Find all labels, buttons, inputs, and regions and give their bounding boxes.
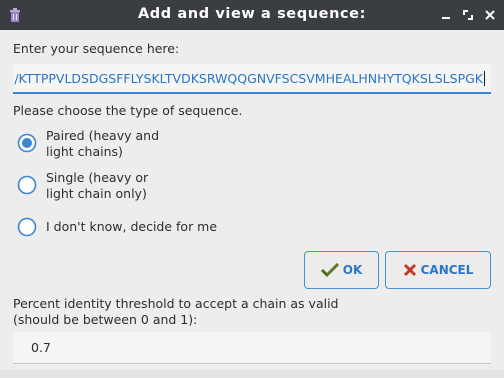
threshold-value: 0.7 [31, 340, 51, 355]
sequence-value: /KTTPPVLDSDGSFFLYSKLTVDKSRWQQGNVFSCSVMHE… [14, 71, 483, 86]
checkmark-icon [320, 263, 339, 277]
bottom-edge [0, 370, 504, 378]
radio-paired-label[interactable]: Paired (heavy and light chains) [46, 128, 159, 160]
dialog-window: Add and view a sequence: Enter your sequ… [0, 0, 504, 378]
threshold-label: Percent identity threshold to accept a c… [13, 296, 339, 327]
cancel-x-icon [403, 263, 417, 277]
maximize-icon[interactable] [460, 7, 476, 23]
sequence-type-label: Please choose the type of sequence. [13, 103, 243, 118]
radio-single[interactable] [17, 175, 37, 195]
title-bar[interactable]: Add and view a sequence: [0, 0, 504, 30]
radio-single-label[interactable]: Single (heavy or light chain only) [46, 170, 148, 202]
minimize-icon[interactable] [438, 7, 454, 23]
close-icon[interactable] [482, 7, 498, 23]
window-title: Add and view a sequence: [137, 6, 367, 22]
sequence-label: Enter your sequence here: [13, 41, 180, 56]
radio-paired[interactable] [17, 133, 37, 153]
threshold-input[interactable]: 0.7 [13, 332, 491, 364]
radio-auto-label[interactable]: I don't know, decide for me [46, 219, 217, 235]
radio-auto[interactable] [17, 217, 37, 237]
cancel-button[interactable]: CANCEL [385, 251, 491, 289]
ok-button[interactable]: OK [304, 251, 379, 289]
text-caret [484, 71, 485, 86]
ok-label: OK [342, 263, 363, 277]
sequence-input[interactable]: /KTTPPVLDSDGSFFLYSKLTVDKSRWQQGNVFSCSVMHE… [13, 64, 491, 94]
cancel-label: CANCEL [420, 263, 474, 277]
